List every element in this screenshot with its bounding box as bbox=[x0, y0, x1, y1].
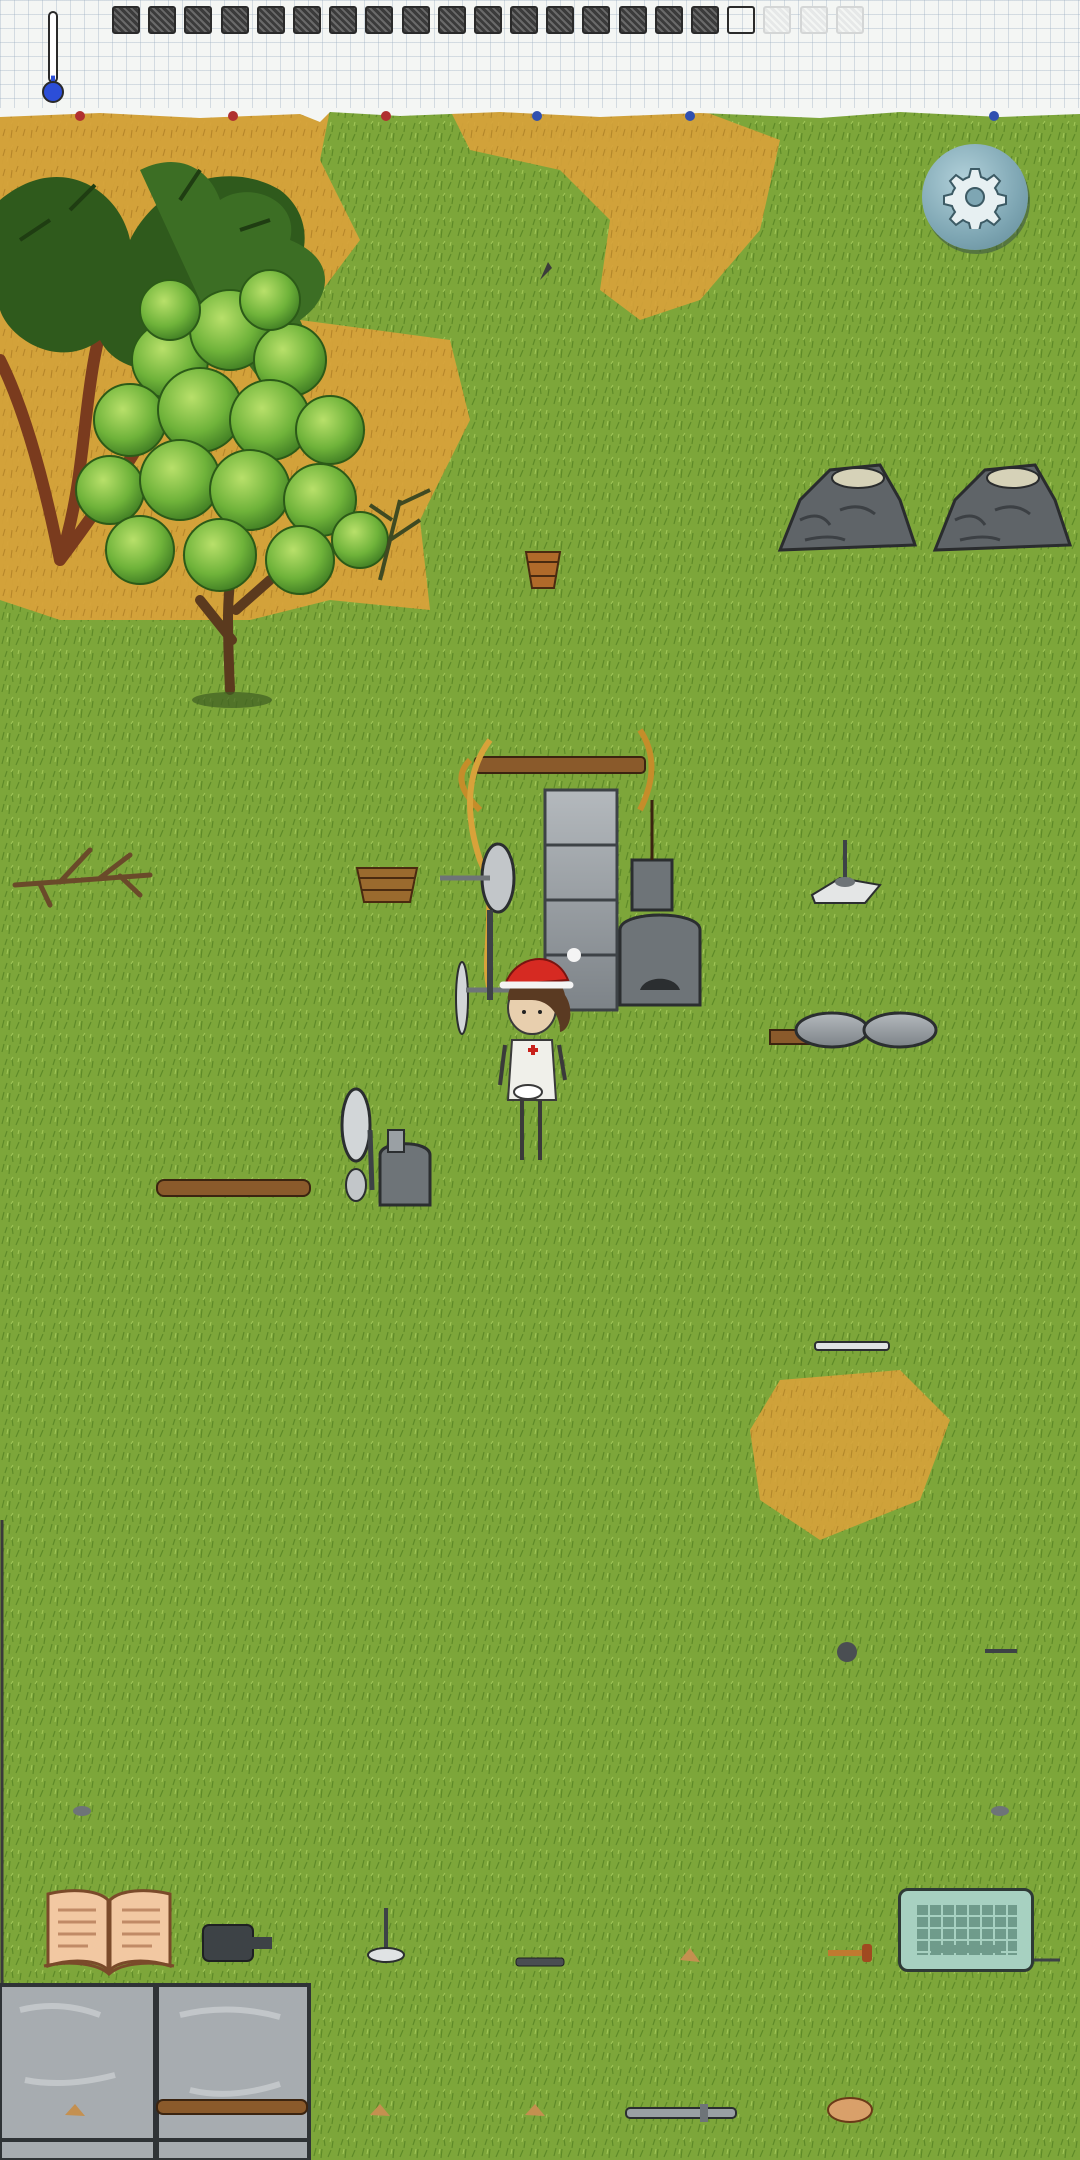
raw-bread bbox=[827, 2097, 873, 2123]
food-pip-full bbox=[292, 6, 321, 34]
recipe-book-button[interactable] bbox=[42, 1886, 176, 1976]
food-pip-full bbox=[582, 6, 611, 34]
food-pip-full bbox=[510, 6, 539, 34]
food-pip-full bbox=[401, 6, 430, 34]
food-pip-full bbox=[691, 6, 719, 34]
food-pip-full bbox=[618, 6, 647, 34]
food-pip-empty bbox=[727, 6, 756, 34]
food-pip-full bbox=[437, 6, 466, 34]
keyboard-spacebar bbox=[931, 1945, 1001, 1953]
round-stone bbox=[837, 1642, 857, 1662]
food-pip-full bbox=[473, 6, 502, 34]
torn-edge bbox=[0, 108, 1080, 122]
food-pip-faded bbox=[799, 6, 828, 34]
stone-floor bbox=[0, 1983, 311, 2160]
floor-log bbox=[156, 2099, 308, 2115]
settings-button[interactable] bbox=[922, 144, 1028, 250]
status-bar bbox=[0, 0, 1080, 122]
iron-blade bbox=[814, 1341, 890, 1351]
food-pip-full bbox=[365, 6, 394, 34]
food-pip-faded bbox=[763, 6, 792, 34]
food-pip-full bbox=[654, 6, 683, 34]
food-pip-full bbox=[112, 6, 140, 34]
log bbox=[156, 1179, 311, 1197]
food-pip-full bbox=[184, 6, 213, 34]
open-book-icon bbox=[43, 1889, 175, 1976]
small-stone bbox=[991, 1806, 1009, 1816]
food-pip-faded bbox=[835, 6, 864, 34]
food-pip-full bbox=[256, 6, 285, 34]
food-meter bbox=[112, 6, 864, 34]
wooden-bucket bbox=[524, 551, 562, 589]
gear-icon bbox=[943, 168, 1007, 229]
chat-keyboard-button[interactable] bbox=[898, 1888, 1034, 1972]
food-pip-full bbox=[329, 6, 358, 34]
game-world[interactable] bbox=[0, 0, 1080, 2160]
food-pip-full bbox=[220, 6, 249, 34]
food-pip-full bbox=[546, 6, 575, 34]
food-pip-full bbox=[148, 6, 177, 34]
thermometer-icon bbox=[42, 11, 64, 103]
woven-basket bbox=[355, 867, 419, 903]
file-tool bbox=[515, 1957, 565, 1967]
small-stick bbox=[985, 1649, 1017, 1653]
small-stone bbox=[73, 1806, 91, 1816]
